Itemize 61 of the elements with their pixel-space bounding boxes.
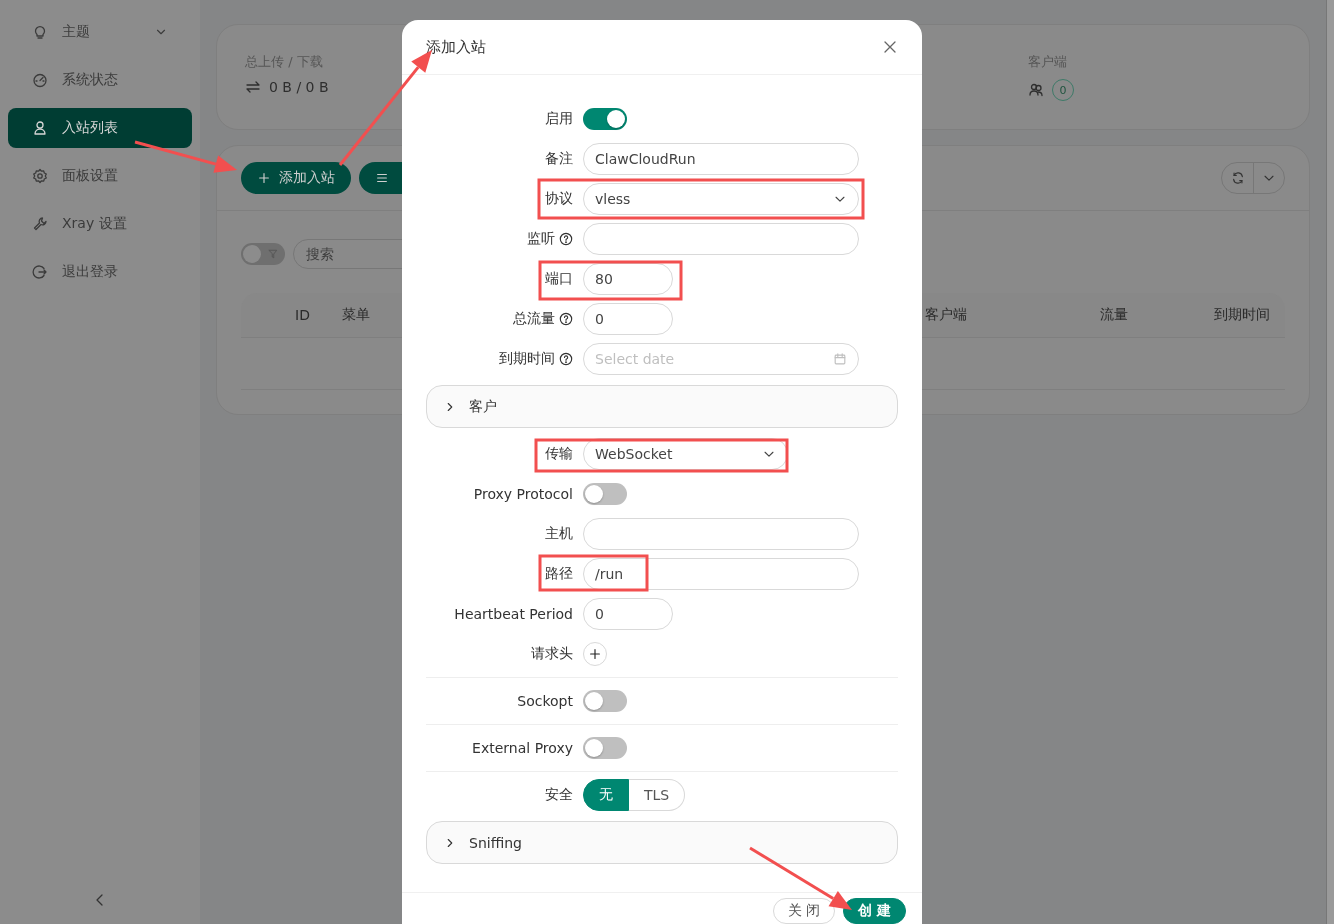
field-label: Sockopt bbox=[517, 693, 573, 709]
field-label: 总流量 bbox=[513, 310, 555, 328]
plus-icon bbox=[588, 647, 602, 661]
add-button[interactable] bbox=[583, 642, 607, 666]
toggle-switch[interactable] bbox=[583, 690, 627, 712]
field-label: 路径 bbox=[545, 565, 573, 583]
cancel-button[interactable]: 关 闭 bbox=[772, 898, 836, 924]
number-field[interactable]: 0 bbox=[583, 303, 673, 335]
select-field[interactable]: WebSocket bbox=[583, 438, 788, 470]
gauge-icon bbox=[32, 72, 48, 88]
users-icon bbox=[1028, 82, 1044, 98]
sidebar-item[interactable]: 入站列表 bbox=[8, 108, 192, 148]
user-icon bbox=[32, 120, 48, 136]
stat-value: 0 B / 0 B bbox=[269, 79, 329, 95]
select-field[interactable]: vless bbox=[583, 183, 859, 215]
number-field[interactable]: 0 bbox=[583, 598, 673, 630]
field-label: 协议 bbox=[545, 190, 573, 208]
field-label: 请求头 bbox=[531, 645, 573, 663]
collapse-panel[interactable]: 客户 bbox=[426, 385, 898, 428]
create-button[interactable]: 创 建 bbox=[843, 898, 906, 924]
toggle-switch[interactable] bbox=[583, 737, 627, 759]
field-label: 端口 bbox=[545, 270, 573, 288]
radio-option[interactable]: 无 bbox=[583, 779, 629, 811]
swap-icon bbox=[245, 79, 261, 95]
settings-icon bbox=[32, 168, 48, 184]
column-header: ID bbox=[295, 307, 310, 323]
field-label: 传输 bbox=[545, 445, 573, 463]
field-label: 安全 bbox=[545, 786, 573, 804]
column-header: 菜单 bbox=[342, 306, 370, 322]
toggle-switch[interactable] bbox=[583, 483, 627, 505]
text-field[interactable] bbox=[583, 518, 859, 550]
field-label: 到期时间 bbox=[499, 350, 555, 368]
logout-icon bbox=[32, 264, 48, 280]
field-label: 监听 bbox=[527, 230, 555, 248]
lightbulb-icon bbox=[32, 24, 48, 40]
column-header: 客户端 bbox=[925, 306, 967, 322]
column-header: 流量 bbox=[1100, 306, 1128, 322]
close-button[interactable] bbox=[882, 39, 898, 55]
field-label: 备注 bbox=[545, 150, 573, 168]
field-label: Proxy Protocol bbox=[473, 486, 573, 502]
text-field[interactable]: ClawCloudRun bbox=[583, 143, 859, 175]
collapse-panel[interactable]: Sniffing bbox=[426, 821, 898, 864]
toggle-switch[interactable] bbox=[583, 108, 627, 130]
dialog-title: 添加入站 bbox=[426, 37, 486, 57]
filter-switch[interactable] bbox=[241, 243, 285, 265]
add-inbound-button[interactable]: 添加入站 bbox=[241, 162, 351, 194]
text-field[interactable] bbox=[583, 223, 859, 255]
calendar-icon bbox=[833, 352, 847, 366]
number-field[interactable]: 80 bbox=[583, 263, 673, 295]
field-label: Heartbeat Period bbox=[454, 606, 573, 622]
field-label: 主机 bbox=[545, 525, 573, 543]
text-field[interactable]: /run bbox=[583, 558, 859, 590]
field-label: 启用 bbox=[545, 110, 573, 128]
wrench-icon bbox=[32, 216, 48, 232]
plus-icon bbox=[257, 171, 271, 185]
list-icon bbox=[375, 171, 389, 185]
column-header: 到期时间 bbox=[1214, 306, 1270, 322]
field-label: External Proxy bbox=[472, 740, 573, 756]
refresh-icon bbox=[1230, 171, 1245, 185]
close-icon bbox=[882, 39, 898, 55]
radio-option[interactable]: TLS bbox=[629, 779, 686, 811]
